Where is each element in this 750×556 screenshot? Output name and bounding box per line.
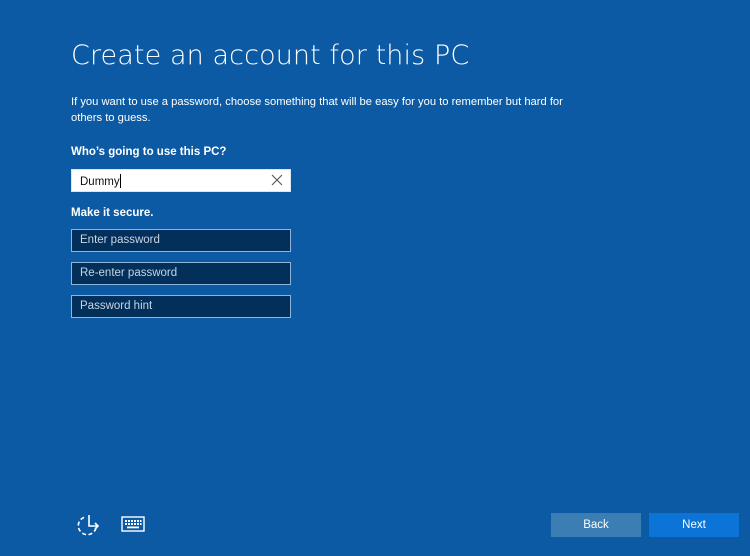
username-text: Dummy [80, 176, 120, 188]
password-hint-input[interactable]: Password hint [71, 295, 291, 318]
page-title: Create an account for this PC [71, 40, 470, 71]
text-caret [119, 174, 121, 188]
keyboard-icon [121, 516, 145, 532]
ease-of-access-icon [77, 515, 100, 536]
username-label: Who’s going to use this PC? [71, 146, 227, 158]
password-hint-placeholder: Password hint [80, 300, 153, 312]
username-value: Dummy [80, 174, 121, 188]
next-button[interactable]: Next [649, 513, 739, 537]
reenter-password-input[interactable]: Re-enter password [71, 262, 291, 285]
on-screen-keyboard-button[interactable] [121, 516, 145, 532]
password-placeholder: Enter password [80, 234, 160, 246]
close-icon [271, 174, 283, 186]
secure-label: Make it secure. [71, 207, 154, 219]
password-input[interactable]: Enter password [71, 229, 291, 252]
clear-button[interactable] [270, 173, 284, 187]
page-description: If you want to use a password, choose so… [71, 96, 563, 124]
username-input[interactable]: Dummy [71, 169, 291, 192]
ease-of-access-button[interactable] [76, 512, 102, 538]
reenter-password-placeholder: Re-enter password [80, 267, 178, 279]
back-button[interactable]: Back [551, 513, 641, 537]
